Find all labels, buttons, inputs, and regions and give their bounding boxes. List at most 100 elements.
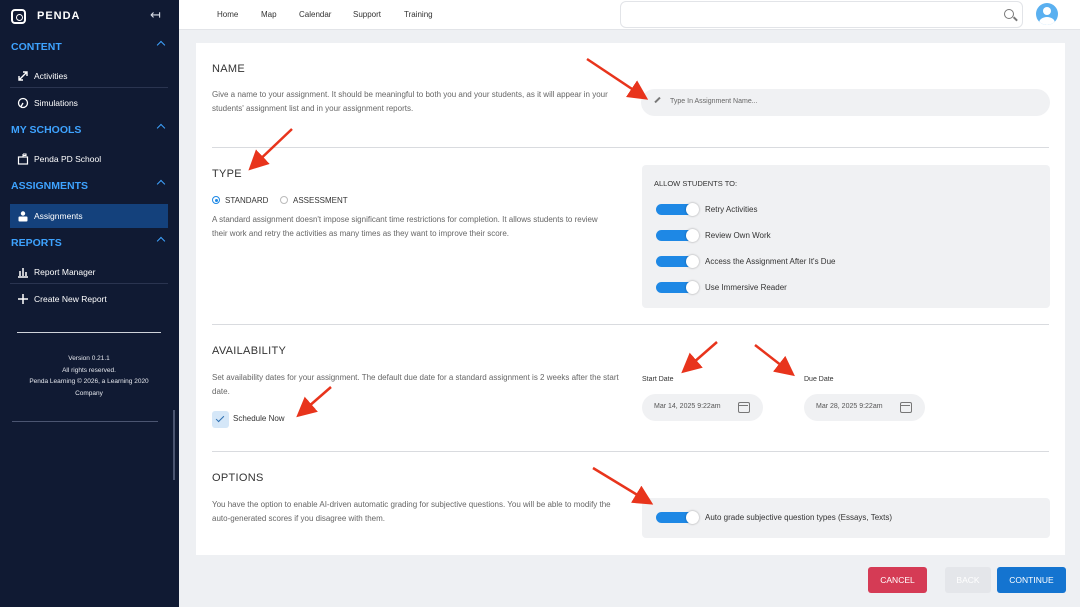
radio-standard[interactable] xyxy=(212,196,220,204)
simulations-icon xyxy=(17,97,29,109)
sidebar-item-penda-pd-school[interactable]: Penda PD School xyxy=(10,147,168,171)
sidebar-item-create-new-report[interactable]: Create New Report xyxy=(10,287,168,311)
due-date-label: Due Date xyxy=(804,376,834,383)
name-description: Give a name to your assignment. It shoul… xyxy=(212,90,608,113)
chevron-up-icon[interactable] xyxy=(156,123,166,133)
rights-text: All rights reserved. xyxy=(62,366,116,374)
chevron-up-icon[interactable] xyxy=(156,40,166,50)
sidebar-scrollbar[interactable] xyxy=(173,410,175,480)
divider xyxy=(212,324,1049,325)
plus-icon xyxy=(18,294,28,304)
section-assignments[interactable]: ASSIGNMENTS xyxy=(0,174,179,200)
availability-heading: AVAILABILITY xyxy=(212,345,287,357)
calendar-icon[interactable] xyxy=(738,402,750,413)
toggle-knob xyxy=(686,203,699,216)
divider xyxy=(17,332,161,333)
assignments-icon xyxy=(18,211,28,222)
toggle-auto-grade[interactable] xyxy=(656,511,699,524)
section-reports[interactable]: REPORTS xyxy=(0,231,179,257)
nav-home[interactable]: Home xyxy=(217,10,238,19)
options-description: You have the option to enable AI-driven … xyxy=(212,500,611,523)
toggle-knob xyxy=(686,255,699,268)
section-title: ASSIGNMENTS xyxy=(11,180,89,192)
brand[interactable]: PENDA ↤ xyxy=(0,0,179,32)
penda-logo-icon xyxy=(11,9,26,24)
section-title: CONTENT xyxy=(11,41,62,53)
chevron-up-icon[interactable] xyxy=(156,179,166,189)
collapse-sidebar-icon[interactable]: ↤ xyxy=(150,7,161,23)
section-title: MY SCHOOLS xyxy=(11,124,82,136)
continue-button[interactable]: CONTINUE xyxy=(997,567,1066,593)
toggle-retry-activities[interactable] xyxy=(656,203,699,216)
sidebar-item-label: Penda PD School xyxy=(34,154,102,164)
name-heading: NAME xyxy=(212,63,245,75)
radio-standard-label[interactable]: STANDARD xyxy=(225,196,268,205)
section-title: REPORTS xyxy=(11,237,62,249)
toggle-label: Use Immersive Reader xyxy=(705,283,787,292)
assignment-name-placeholder: Type In Assignment Name... xyxy=(670,98,758,105)
version-text: Version 0.21.1 xyxy=(68,355,110,362)
section-content[interactable]: CONTENT xyxy=(0,35,179,61)
section-my-schools[interactable]: MY SCHOOLS xyxy=(0,118,179,144)
chevron-up-icon[interactable] xyxy=(156,236,166,246)
start-date-value: Mar 14, 2025 9:22am xyxy=(654,403,721,410)
back-button[interactable]: BACK xyxy=(945,567,991,593)
sidebar-item-label: Create New Report xyxy=(34,294,107,304)
cancel-button[interactable]: CANCEL xyxy=(868,567,927,593)
sidebar-item-label: Activities xyxy=(34,71,68,81)
sidebar: PENDA ↤ CONTENT Activities Simulations M… xyxy=(0,0,179,607)
assignment-name-field[interactable]: Type In Assignment Name... xyxy=(641,89,1050,116)
toggle-label: Review Own Work xyxy=(705,231,771,240)
start-date-field[interactable]: Mar 14, 2025 9:22am xyxy=(642,394,763,421)
toggle-knob xyxy=(686,281,699,294)
radio-assessment-label[interactable]: ASSESSMENT xyxy=(293,196,348,205)
sidebar-item-report-manager[interactable]: Report Manager xyxy=(10,260,168,284)
sidebar-item-assignments[interactable]: Assignments xyxy=(10,204,168,228)
radio-assessment[interactable] xyxy=(280,196,288,204)
company-text: Penda Learning © 2026, a Learning 2020 C… xyxy=(29,378,149,397)
toggle-knob xyxy=(686,511,699,524)
nav-map[interactable]: Map xyxy=(261,10,277,19)
toggle-access-after-due[interactable] xyxy=(656,255,699,268)
toggle-label: Access the Assignment After It's Due xyxy=(705,257,836,266)
sidebar-item-activities[interactable]: Activities xyxy=(10,64,168,88)
sidebar-item-label: Simulations xyxy=(34,98,78,108)
search-input[interactable] xyxy=(620,1,1023,28)
sidebar-footer: Version 0.21.1 All rights reserved. Pend… xyxy=(17,353,161,399)
sidebar-item-label: Assignments xyxy=(34,211,83,221)
toggle-knob xyxy=(686,229,699,242)
calendar-icon[interactable] xyxy=(900,402,912,413)
schedule-now-label[interactable]: Schedule Now xyxy=(233,414,285,423)
brand-name: PENDA xyxy=(37,10,81,22)
avatar-head xyxy=(1043,7,1051,15)
toggle-immersive-reader[interactable] xyxy=(656,281,699,294)
school-icon xyxy=(17,153,29,165)
options-heading: OPTIONS xyxy=(212,472,264,484)
divider xyxy=(212,147,1049,148)
sidebar-item-simulations[interactable]: Simulations xyxy=(10,91,168,115)
top-bar: Home Map Calendar Support Training xyxy=(179,0,1080,30)
search-icon[interactable] xyxy=(1004,9,1014,19)
nav-support[interactable]: Support xyxy=(353,10,381,19)
auto-grade-panel: Auto grade subjective question types (Es… xyxy=(642,498,1050,538)
allow-students-title: ALLOW STUDENTS TO: xyxy=(654,179,738,188)
toggle-label: Auto grade subjective question types (Es… xyxy=(705,513,893,522)
user-avatar[interactable] xyxy=(1036,3,1058,25)
assignment-form: NAME Give a name to your assignment. It … xyxy=(196,43,1065,555)
pencil-icon xyxy=(654,96,661,104)
divider xyxy=(212,451,1049,452)
sidebar-item-label: Report Manager xyxy=(34,267,96,277)
due-date-field[interactable]: Mar 28, 2025 9:22am xyxy=(804,394,925,421)
divider xyxy=(12,421,158,422)
activities-icon xyxy=(18,71,28,81)
toggle-review-own-work[interactable] xyxy=(656,229,699,242)
start-date-label: Start Date xyxy=(642,376,674,383)
allow-students-panel: ALLOW STUDENTS TO: Retry Activities Revi… xyxy=(642,165,1050,308)
type-description: A standard assignment doesn't impose sig… xyxy=(212,215,598,238)
schedule-now-checkbox[interactable] xyxy=(212,411,229,428)
availability-description: Set availability dates for your assignme… xyxy=(212,373,619,396)
nav-calendar[interactable]: Calendar xyxy=(299,10,331,19)
type-heading: TYPE xyxy=(212,168,242,180)
report-chart-icon xyxy=(18,268,28,278)
nav-training[interactable]: Training xyxy=(404,10,433,19)
